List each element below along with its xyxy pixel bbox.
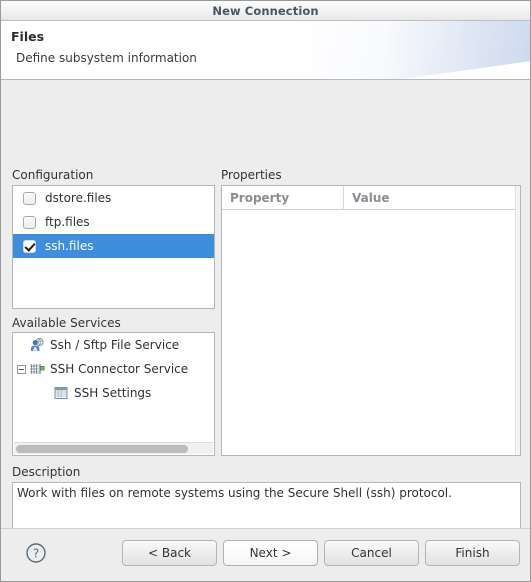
dialog-footer: ? < Back Next > Cancel Finish <box>1 528 530 581</box>
list-item[interactable]: ftp.files <box>13 210 214 234</box>
button-bar: < Back Next > Cancel Finish <box>122 540 520 566</box>
list-item-label: ssh.files <box>45 239 94 253</box>
dialog-content: Configuration dstore.files ftp.files ssh… <box>1 80 530 538</box>
vertical-scrollbar[interactable] <box>515 186 520 455</box>
table-header-row: Property Value <box>222 186 520 210</box>
next-button[interactable]: Next > <box>223 540 318 566</box>
dialog-title: New Connection <box>212 3 319 18</box>
configuration-label: Configuration <box>12 168 94 182</box>
new-connection-dialog: New Connection Files Define subsystem in… <box>0 0 531 582</box>
tree-item-ssh-settings[interactable]: SSH Settings <box>13 381 214 405</box>
column-header-value[interactable]: Value <box>344 186 520 209</box>
ssh-settings-icon <box>53 385 69 401</box>
properties-label: Properties <box>221 168 282 182</box>
scrollbar-thumb[interactable] <box>16 445 188 453</box>
tree-item-ssh-sftp-file-service[interactable]: Ssh / Sftp File Service <box>13 333 214 357</box>
banner-decoration <box>291 21 530 79</box>
wizard-banner: Files Define subsystem information <box>1 21 530 80</box>
finish-button[interactable]: Finish <box>425 540 520 566</box>
checkbox-ssh-files[interactable] <box>23 239 36 253</box>
tree-item-label: SSH Settings <box>74 386 152 400</box>
horizontal-scrollbar[interactable] <box>14 442 213 454</box>
svg-text:?: ? <box>33 547 39 561</box>
ssh-sftp-file-service-icon <box>29 337 45 353</box>
available-services-tree[interactable]: Ssh / Sftp File Service SSH Connector Se… <box>12 332 215 456</box>
list-item[interactable]: ssh.files <box>13 234 214 258</box>
tree-item-label: Ssh / Sftp File Service <box>50 338 180 352</box>
list-item[interactable]: dstore.files <box>13 186 214 210</box>
back-button[interactable]: < Back <box>122 540 217 566</box>
description-text: Work with files on remote systems using … <box>17 486 452 500</box>
page-subtitle: Define subsystem information <box>16 51 197 65</box>
help-icon[interactable]: ? <box>25 542 47 564</box>
checkbox-ftp-files[interactable] <box>23 215 36 229</box>
list-item-label: ftp.files <box>45 215 90 229</box>
collapse-expand-icon[interactable] <box>13 364 29 374</box>
column-header-property[interactable]: Property <box>222 186 344 209</box>
available-services-label: Available Services <box>12 316 121 330</box>
tree-item-label: SSH Connector Service <box>50 362 189 376</box>
description-label: Description <box>12 465 81 479</box>
list-item-label: dstore.files <box>45 191 112 205</box>
properties-table[interactable]: Property Value <box>221 185 521 456</box>
configuration-list[interactable]: dstore.files ftp.files ssh.files <box>12 185 215 309</box>
table-body <box>222 210 520 455</box>
ssh-connector-service-icon <box>29 361 45 377</box>
dialog-titlebar: New Connection <box>1 1 530 21</box>
checkbox-dstore-files[interactable] <box>23 191 36 205</box>
cancel-button[interactable]: Cancel <box>324 540 419 566</box>
tree-item-ssh-connector-service[interactable]: SSH Connector Service <box>13 357 214 381</box>
page-title: Files <box>11 29 45 44</box>
